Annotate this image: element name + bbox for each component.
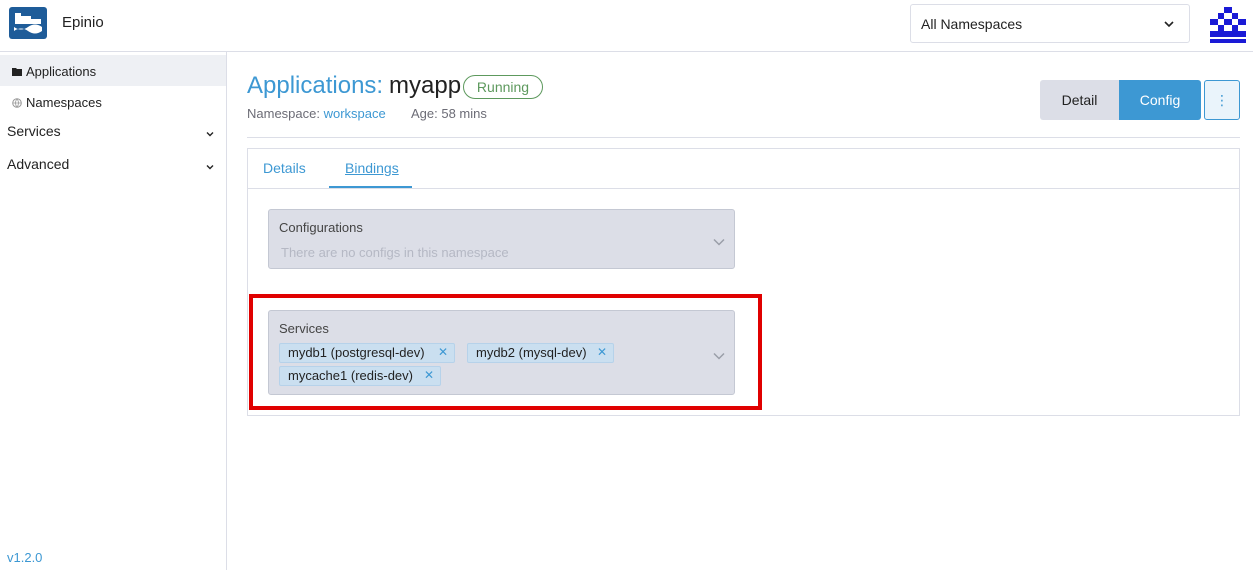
globe-icon bbox=[12, 96, 22, 108]
epinio-logo-icon[interactable] bbox=[9, 7, 47, 39]
detail-button[interactable]: Detail bbox=[1040, 80, 1119, 120]
namespace-select-value: All Namespaces bbox=[921, 16, 1023, 32]
sidebar-item-label: Applications bbox=[26, 64, 97, 79]
namespace-label: Namespace: bbox=[247, 106, 320, 121]
sidebar-group-label: Services bbox=[7, 123, 61, 139]
sidebar-item-label: Namespaces bbox=[26, 95, 102, 110]
version-link[interactable]: v1.2.0 bbox=[7, 550, 42, 565]
configurations-placeholder: There are no configs in this namespace bbox=[281, 245, 509, 260]
chevron-down-icon bbox=[1163, 17, 1175, 33]
page-title: myapp bbox=[389, 72, 462, 99]
active-tab-indicator bbox=[329, 186, 412, 188]
configurations-label: Configurations bbox=[279, 220, 363, 235]
chevron-down-icon bbox=[712, 234, 726, 252]
divider bbox=[247, 137, 1240, 138]
namespace-link[interactable]: workspace bbox=[324, 106, 386, 121]
sidebar-group-services[interactable]: Services bbox=[0, 115, 226, 147]
top-header: Epinio All Namespaces bbox=[0, 0, 1253, 52]
tab-details[interactable]: Details bbox=[263, 160, 306, 176]
app-name: Epinio bbox=[62, 14, 104, 31]
user-avatar[interactable] bbox=[1210, 7, 1246, 43]
page-title-prefix[interactable]: Applications: bbox=[247, 72, 383, 100]
highlight-box bbox=[249, 294, 762, 410]
folder-icon bbox=[12, 65, 22, 76]
sidebar: Applications Namespaces Services Advance… bbox=[0, 52, 227, 570]
chevron-down-icon bbox=[205, 126, 215, 142]
sidebar-group-label: Advanced bbox=[7, 156, 70, 172]
sidebar-group-advanced[interactable]: Advanced bbox=[0, 148, 226, 180]
tabs-bar: Details Bindings bbox=[248, 149, 1239, 189]
sidebar-item-applications[interactable]: Applications bbox=[0, 55, 226, 86]
more-actions-button[interactable]: ⋮ bbox=[1204, 80, 1240, 120]
status-badge: Running bbox=[463, 75, 543, 99]
tab-bindings[interactable]: Bindings bbox=[345, 160, 399, 176]
namespace-select[interactable]: All Namespaces bbox=[910, 4, 1190, 43]
namespace-info: Namespace: workspace bbox=[247, 106, 386, 121]
sidebar-item-namespaces[interactable]: Namespaces bbox=[0, 86, 226, 117]
age-info: Age: 58 mins bbox=[411, 106, 487, 121]
configurations-select[interactable]: Configurations There are no configs in t… bbox=[268, 209, 735, 269]
chevron-down-icon bbox=[205, 159, 215, 175]
config-button[interactable]: Config bbox=[1119, 80, 1201, 120]
